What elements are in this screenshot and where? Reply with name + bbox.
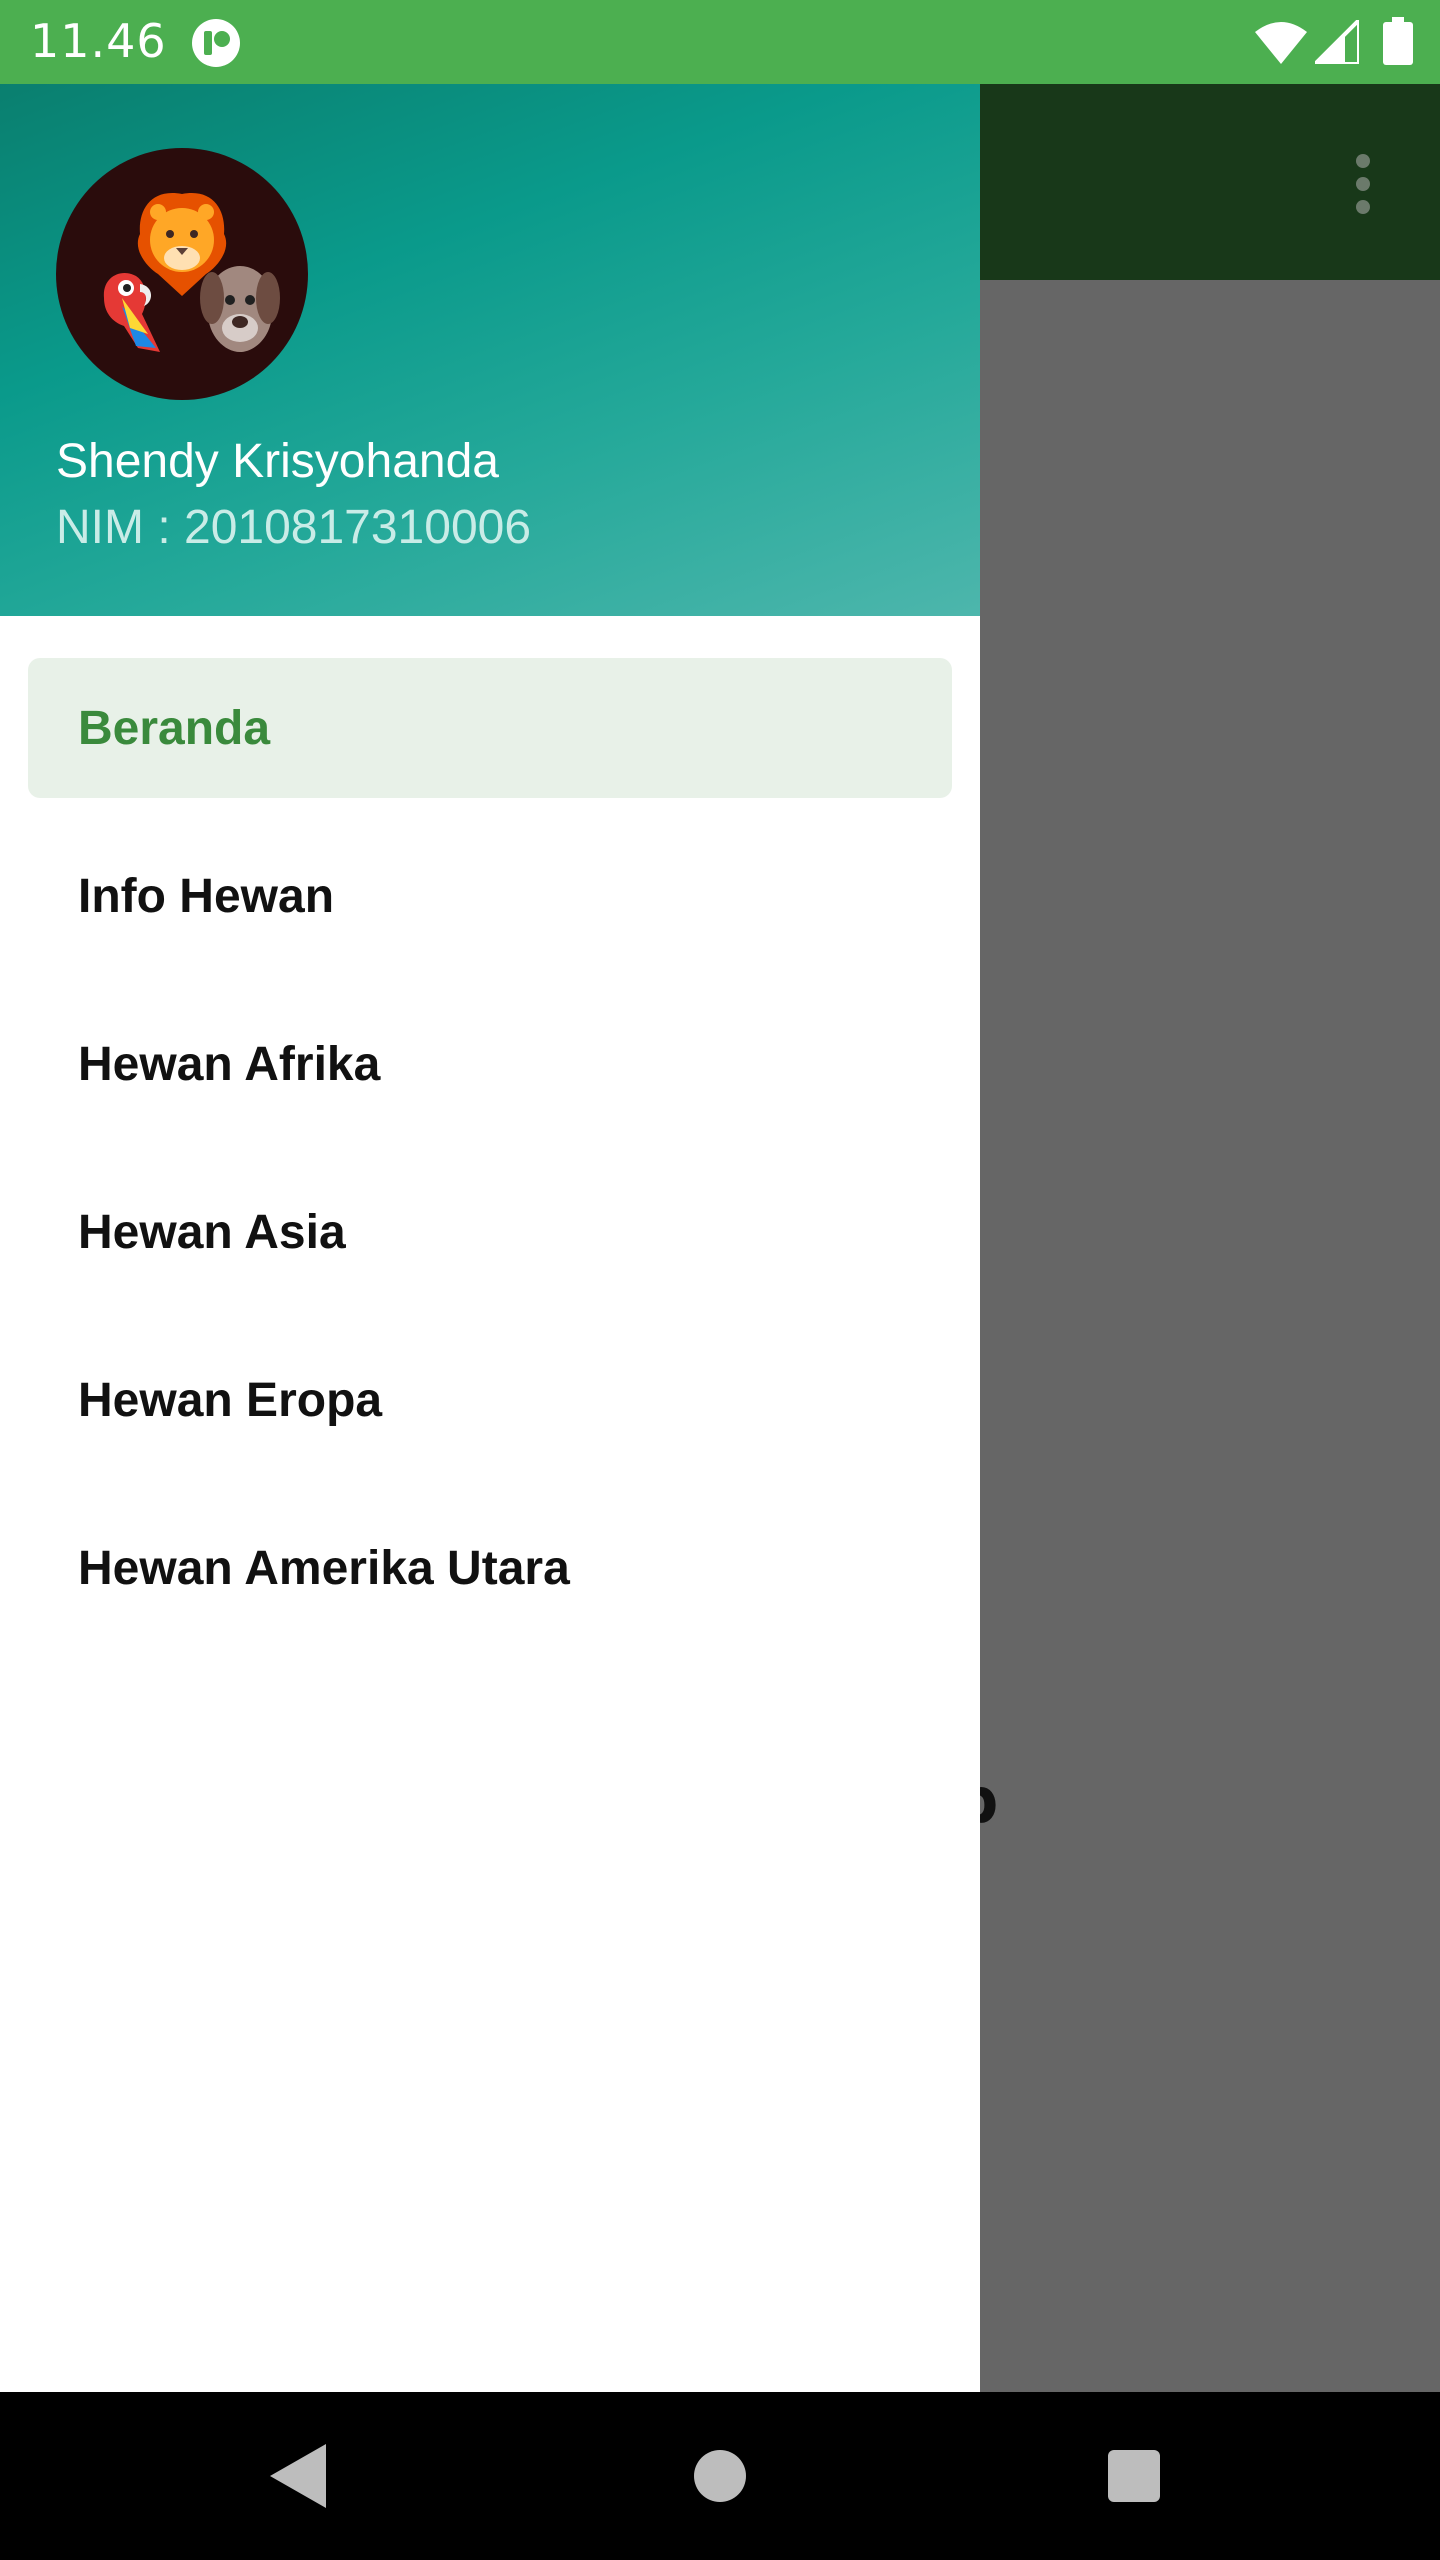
app-notification-icon	[192, 19, 240, 67]
menu-item-label: Hewan Amerika Utara	[78, 1541, 570, 1595]
signal-icon	[1315, 20, 1359, 64]
menu-item-label: Hewan Asia	[78, 1205, 346, 1259]
status-time: 11.46	[30, 14, 167, 68]
menu-item-label: Beranda	[78, 701, 271, 755]
menu-item-label: Hewan Eropa	[78, 1373, 383, 1427]
more-vert-icon[interactable]	[1348, 154, 1378, 224]
menu-item-hewan-afrika[interactable]: Hewan Afrika	[28, 994, 952, 1134]
menu-item-beranda[interactable]: Beranda	[28, 658, 952, 798]
menu-item-label: Hewan Afrika	[78, 1037, 381, 1091]
user-name: Shendy Krisyohanda	[56, 435, 499, 488]
drawer-header: Shendy Krisyohanda NIM : 2010817310006	[0, 84, 980, 616]
user-nim: NIM : 2010817310006	[56, 501, 532, 554]
system-nav-bar	[0, 2392, 1440, 2560]
drawer-menu: Beranda Info Hewan Hewan Afrika Hewan As…	[0, 658, 980, 1666]
zoo-animals-avatar-icon	[56, 148, 308, 400]
menu-item-hewan-amerika-utara[interactable]: Hewan Amerika Utara	[28, 1498, 952, 1638]
menu-item-info-hewan[interactable]: Info Hewan	[28, 826, 952, 966]
battery-icon	[1383, 17, 1413, 65]
back-icon[interactable]	[270, 2444, 330, 2508]
status-bar: 11.46	[0, 0, 1440, 84]
wifi-icon	[1255, 22, 1307, 64]
home-icon[interactable]	[694, 2450, 746, 2502]
recents-icon[interactable]	[1108, 2450, 1160, 2502]
screen: 11.46 ZooApp	[0, 0, 1440, 2560]
navigation-drawer: Shendy Krisyohanda NIM : 2010817310006 B…	[0, 84, 980, 2392]
menu-item-hewan-eropa[interactable]: Hewan Eropa	[28, 1330, 952, 1470]
menu-item-label: Info Hewan	[78, 869, 335, 923]
menu-item-hewan-asia[interactable]: Hewan Asia	[28, 1162, 952, 1302]
